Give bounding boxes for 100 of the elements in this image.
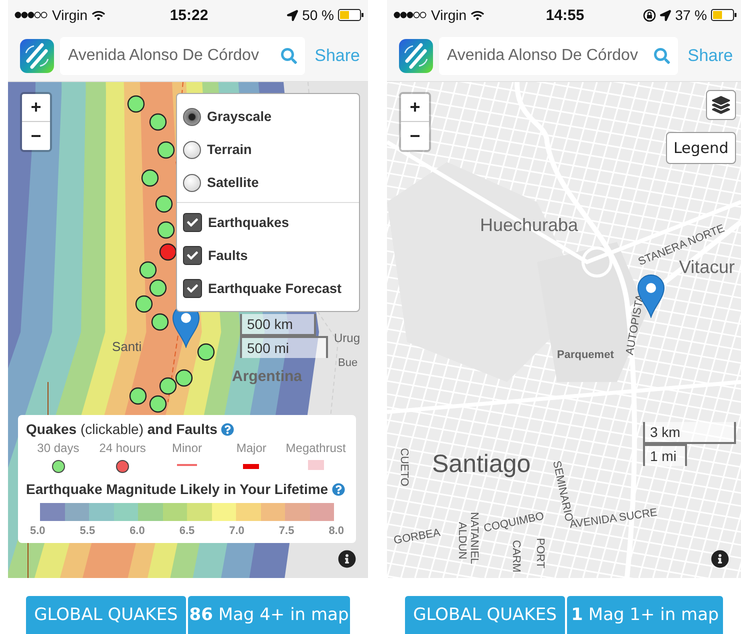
option-label: Earthquakes: [208, 215, 290, 230]
quake-marker[interactable]: [157, 141, 175, 159]
map-place-label: ALDUN: [456, 522, 467, 560]
legend-label: Megathrust: [286, 441, 346, 455]
help-icon[interactable]: [332, 482, 346, 496]
quake-marker[interactable]: [149, 113, 167, 131]
magnitude-tick: 7.5: [278, 525, 294, 537]
quake-marker[interactable]: [159, 377, 177, 395]
zoom-out-button[interactable]: −: [22, 122, 50, 150]
quake-marker[interactable]: [157, 221, 175, 239]
quake-marker[interactable]: [129, 387, 147, 405]
search-field[interactable]: Avenida Alonso De Córdov: [60, 36, 273, 74]
check-icon: [187, 217, 198, 228]
magnitude-tick: 6.5: [179, 525, 195, 537]
map-place-label: Santi: [112, 340, 142, 353]
option-label: Grayscale: [207, 109, 272, 124]
quake-marker[interactable]: [141, 169, 159, 187]
location-arrow-icon: [287, 10, 298, 20]
check-icon: [187, 283, 198, 294]
radio-button[interactable]: [183, 140, 201, 158]
layers-button[interactable]: [706, 90, 736, 120]
app-logo-icon[interactable]: [399, 38, 433, 72]
battery-percent: 50 %: [302, 7, 334, 23]
map-place-label: Huechuraba: [480, 216, 578, 234]
search-button[interactable]: [272, 36, 305, 74]
layers-icon: [712, 96, 730, 114]
overlay-option[interactable]: Earthquakes: [183, 206, 353, 239]
magnitude-tick: 6.0: [130, 525, 145, 537]
option-label: Faults: [208, 248, 248, 263]
magnitude-tick: 5.5: [80, 525, 96, 537]
legend-title: Earthquake Magnitude Likely in Your Lifetime: [26, 481, 328, 497]
quake-marker[interactable]: [139, 261, 157, 279]
zoom-in-button[interactable]: +: [401, 94, 429, 122]
scale-bar: 500 mi: [240, 336, 328, 358]
signal-strength-icon: [393, 11, 427, 19]
battery-icon: [711, 9, 737, 21]
search-icon: [654, 48, 670, 64]
search-button[interactable]: [646, 36, 678, 74]
map-place-label: Santiago: [432, 452, 531, 477]
quake-marker[interactable]: [135, 295, 153, 313]
map-place-label: Parquemet: [557, 350, 614, 361]
battery-percent: 37 %: [675, 7, 707, 23]
app-logo-icon[interactable]: [20, 38, 54, 72]
legend-label: Major: [236, 441, 266, 455]
map-place-label: Argentina: [232, 369, 302, 384]
search-field[interactable]: Avenida Alonso De Córdov: [439, 36, 646, 74]
base-layer-option[interactable]: Grayscale: [183, 100, 353, 133]
quake-marker[interactable]: [151, 313, 169, 331]
scale-bar: 3 km: [643, 422, 736, 444]
overlay-option[interactable]: Earthquake Forecast: [183, 272, 353, 305]
radio-button[interactable]: [183, 174, 201, 192]
checkbox[interactable]: [183, 246, 202, 265]
checkbox[interactable]: [183, 213, 202, 232]
status-time: 14:55: [546, 6, 584, 24]
zoom-out-button[interactable]: −: [401, 122, 429, 150]
map-place-label: Bue: [338, 358, 358, 369]
help-icon[interactable]: [221, 422, 234, 436]
magnitude-tick: 7.0: [229, 525, 244, 537]
quake-marker[interactable]: [197, 343, 215, 361]
scale-bar: 1 mi: [643, 444, 687, 466]
map-place-label: Urug: [334, 332, 360, 344]
map-place-label: NATANIEL: [468, 512, 479, 564]
map-place-label: CUETO: [398, 448, 409, 486]
carrier-name: Virgin: [431, 7, 467, 23]
signal-strength-icon: [14, 11, 48, 19]
quake-marker[interactable]: [175, 369, 193, 387]
base-layer-option[interactable]: Terrain: [183, 133, 353, 166]
map-place-label: GORBEA: [393, 528, 442, 547]
option-label: Earthquake Forecast: [208, 281, 342, 296]
legend-button[interactable]: Legend: [666, 132, 736, 164]
search-icon: [280, 48, 297, 64]
scale-bar: 500 km: [240, 314, 316, 336]
status-time: 15:22: [170, 6, 208, 24]
check-icon: [187, 250, 198, 261]
magnitude-tick: 8.0: [328, 525, 344, 537]
legend-title: Quakes (clickable) and Faults: [26, 421, 218, 437]
legend-label: Minor: [172, 441, 202, 455]
info-icon[interactable]: [711, 550, 729, 568]
quake-marker[interactable]: [149, 279, 167, 297]
checkbox[interactable]: [183, 279, 202, 298]
radio-button[interactable]: [183, 108, 201, 126]
wifi-icon: [470, 8, 484, 22]
quake-marker[interactable]: [149, 395, 167, 413]
option-label: Terrain: [207, 142, 252, 157]
legend-label: 24 hours: [99, 441, 146, 455]
zoom-in-button[interactable]: +: [22, 94, 50, 122]
base-layer-option[interactable]: Satellite: [183, 166, 353, 199]
battery-icon: [338, 9, 364, 21]
wifi-icon: [92, 8, 105, 22]
overlay-option[interactable]: Faults: [183, 239, 353, 272]
quake-marker[interactable]: [127, 95, 145, 113]
info-icon[interactable]: [338, 550, 356, 568]
map-place-label: PORT: [534, 538, 545, 568]
option-label: Satellite: [207, 175, 259, 190]
carrier-name: Virgin: [52, 7, 88, 23]
magnitude-tick: 5.0: [30, 525, 46, 537]
legend-label: 30 days: [37, 441, 80, 455]
map-place-label: AUTOPISTA: [625, 294, 646, 356]
map-place-label: CARM: [510, 540, 521, 572]
quake-marker[interactable]: [155, 195, 173, 213]
